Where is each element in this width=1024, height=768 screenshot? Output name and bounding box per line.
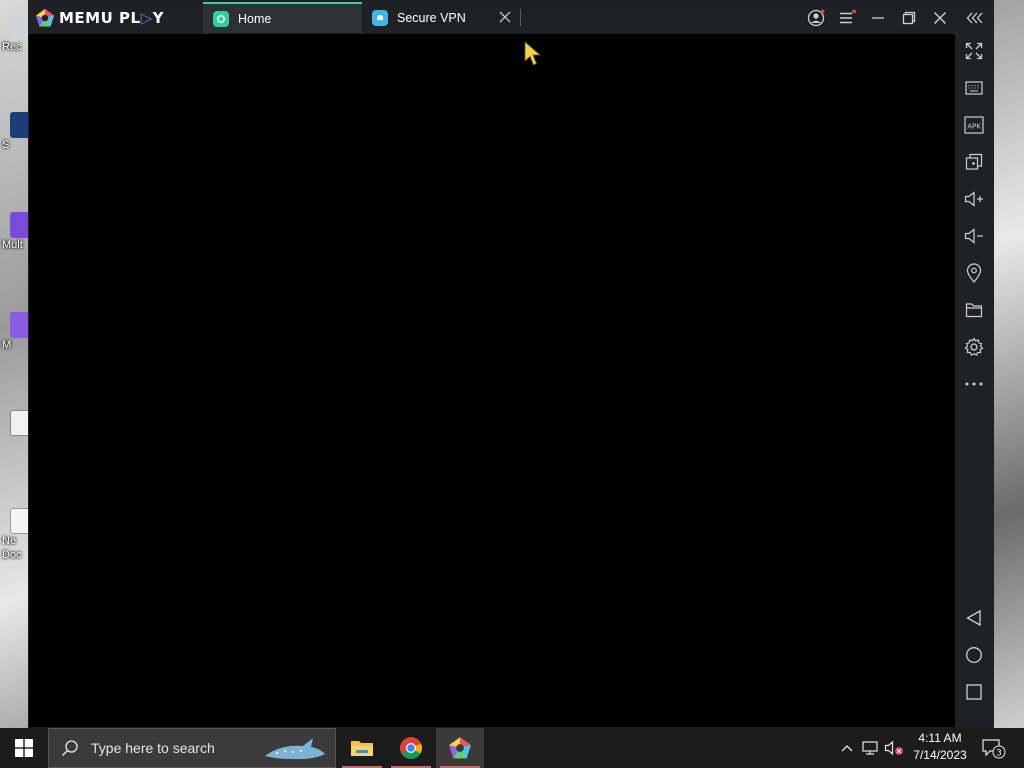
volume-up-button[interactable]	[963, 188, 985, 210]
taskbar-memu[interactable]	[436, 728, 484, 768]
start-button[interactable]	[0, 728, 48, 768]
more-button[interactable]	[963, 373, 985, 395]
taskbar-file-explorer[interactable]	[338, 728, 386, 768]
tab-separator	[520, 9, 521, 26]
notification-count: 3	[996, 749, 1002, 759]
mouse-cursor-icon	[524, 41, 542, 66]
apk-icon: APK	[964, 116, 984, 134]
chevron-up-icon	[841, 745, 853, 752]
close-window-button[interactable]	[929, 7, 951, 29]
close-icon	[934, 12, 946, 24]
android-recents-button[interactable]	[963, 681, 985, 703]
desktop-icon-label: S	[2, 139, 10, 151]
folder-icon	[965, 303, 983, 318]
memu-icon	[449, 737, 471, 759]
tab-home[interactable]: Home	[203, 2, 362, 33]
taskbar-clock[interactable]: 4:11 AM 7/14/2023	[906, 730, 974, 764]
fullscreen-icon	[965, 42, 983, 60]
taskbar-chrome[interactable]	[387, 728, 435, 768]
secure-vpn-app-icon	[372, 9, 388, 26]
restore-button[interactable]	[898, 7, 920, 29]
keyboard-button[interactable]	[963, 77, 985, 99]
logo-text-part: MEMU PL	[59, 9, 141, 27]
memu-window: MEMU PL▷Y Home Secure VPN APK	[28, 0, 994, 728]
menu-icon	[840, 9, 856, 24]
desktop-icon-label: Rec	[2, 41, 22, 53]
whale-shark-illustration-icon	[265, 738, 325, 760]
settings-icon	[964, 337, 984, 356]
account-button[interactable]	[805, 7, 827, 29]
action-center-button[interactable]: 3	[978, 728, 1008, 768]
apk-label: APK	[967, 123, 981, 131]
memu-logo-icon	[36, 9, 54, 27]
clock-time: 4:11 AM	[918, 731, 962, 745]
show-hidden-icons-button[interactable]	[836, 728, 858, 768]
android-back-button[interactable]	[963, 607, 985, 629]
logo-text-part: Y	[152, 9, 164, 27]
close-tab-icon[interactable]	[498, 10, 512, 24]
back-icon	[966, 609, 981, 627]
collapse-sidebar-button[interactable]	[964, 7, 986, 29]
menu-button[interactable]	[836, 7, 858, 29]
chrome-icon	[400, 737, 422, 759]
tab-label: Home	[238, 11, 272, 26]
desktop-icon-label: M	[2, 339, 12, 351]
network-icon	[862, 741, 878, 755]
android-screen[interactable]	[29, 34, 955, 727]
home-nav-icon	[966, 647, 982, 663]
search-placeholder: Type here to search	[91, 740, 215, 756]
shared-folder-button[interactable]	[963, 299, 985, 321]
multi-window-icon	[965, 153, 983, 170]
keyboard-icon	[965, 81, 983, 95]
install-apk-button[interactable]: APK	[963, 114, 985, 136]
volume-down-button[interactable]	[963, 225, 985, 247]
windows-taskbar: Type here to search 4:11 AM 7/14/2023 3	[0, 728, 1024, 768]
taskbar-search-box[interactable]: Type here to search	[48, 728, 336, 768]
notifications-icon: 3	[982, 739, 1006, 759]
fullscreen-button[interactable]	[963, 40, 985, 62]
volume-up-icon	[964, 191, 983, 207]
logo-text: MEMU PL▷Y	[59, 9, 164, 27]
location-button[interactable]	[963, 262, 985, 284]
volume-muted-icon	[884, 740, 903, 756]
windows-logo-icon	[15, 739, 33, 757]
location-icon	[966, 263, 982, 283]
file-explorer-icon	[351, 741, 373, 756]
account-icon	[807, 9, 825, 27]
restore-icon	[902, 11, 916, 25]
logo-play-triangle: ▷	[140, 9, 153, 27]
collapse-sidebar-icon	[966, 12, 983, 24]
home-app-icon	[213, 10, 229, 27]
control-sidebar: APK	[955, 34, 993, 727]
more-icon	[965, 382, 983, 386]
tab-secure-vpn[interactable]: Secure VPN	[362, 2, 520, 33]
volume-down-icon	[964, 228, 983, 244]
android-home-button[interactable]	[963, 644, 985, 666]
volume-status[interactable]	[883, 728, 905, 768]
recents-icon	[966, 684, 982, 700]
minimize-icon	[872, 17, 884, 19]
clock-date: 7/14/2023	[913, 748, 967, 762]
desktop-icon-label: Ne Doc	[2, 535, 22, 561]
desktop-icon-label: Mult	[2, 239, 23, 251]
settings-button[interactable]	[963, 336, 985, 358]
minimize-button[interactable]	[867, 7, 889, 29]
search-icon	[62, 740, 78, 756]
memu-logo: MEMU PL▷Y	[35, 7, 164, 29]
tab-label: Secure VPN	[397, 10, 466, 25]
multi-window-button[interactable]	[963, 151, 985, 173]
title-bar: MEMU PL▷Y Home Secure VPN	[29, 1, 993, 34]
network-status[interactable]	[859, 728, 881, 768]
